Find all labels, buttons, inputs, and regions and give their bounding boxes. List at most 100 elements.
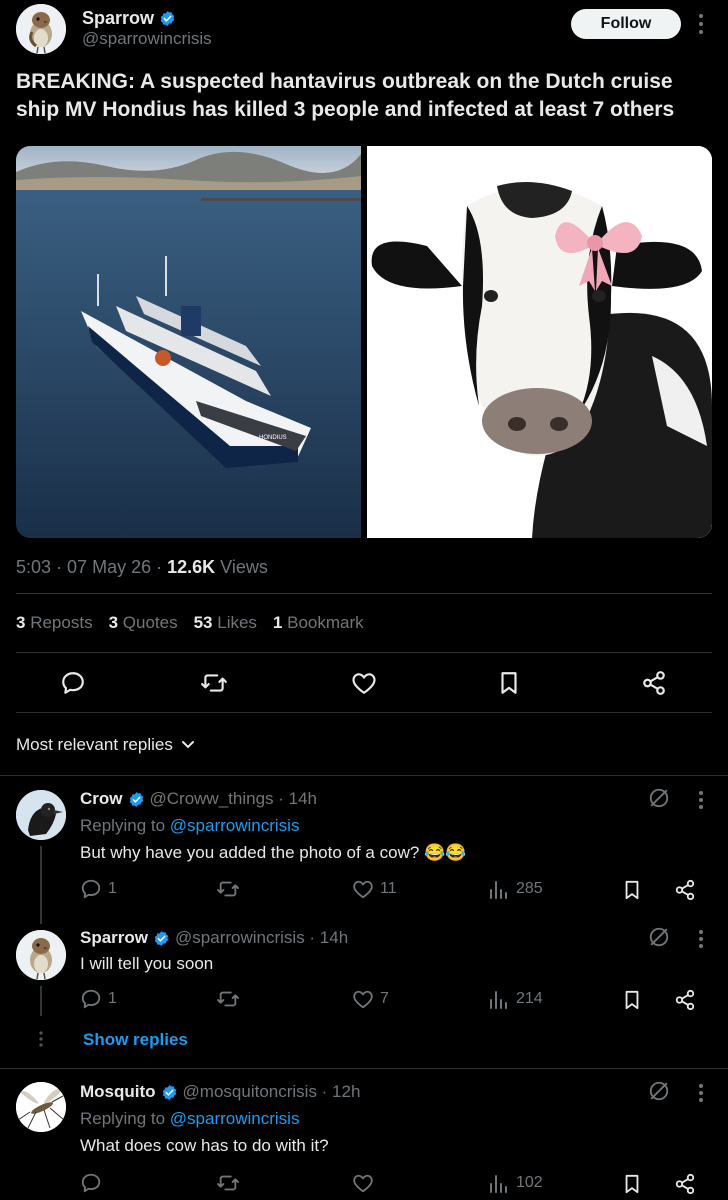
- repost-icon: [217, 881, 239, 897]
- quotes-stat[interactable]: 3 Quotes: [109, 613, 178, 633]
- post-time[interactable]: 5:03: [16, 557, 51, 578]
- divider: [16, 593, 712, 594]
- bookmarks-stat[interactable]: 1 Bookmark: [273, 613, 364, 633]
- reply-like-button[interactable]: 7: [352, 989, 389, 1009]
- reply-comment-count: 1: [108, 880, 117, 897]
- reply-avatar-crow[interactable]: [16, 790, 66, 840]
- reply-avatar-sparrow[interactable]: [16, 930, 66, 980]
- author-handle[interactable]: @sparrowincrisis: [82, 29, 212, 49]
- reply-comment-button[interactable]: [80, 1172, 102, 1194]
- replying-prefix: Replying to: [80, 1109, 166, 1128]
- post-date[interactable]: 07 May 26: [67, 557, 151, 578]
- reply-like-button[interactable]: 11: [352, 879, 397, 899]
- heart-icon: [353, 1174, 373, 1193]
- grok-icon[interactable]: [648, 926, 670, 948]
- reply-header: Crow @Croww_things · 14h: [80, 789, 317, 809]
- thread-line: [40, 846, 42, 924]
- divider: [0, 775, 728, 776]
- reply-like-button[interactable]: [352, 1173, 374, 1193]
- divider: [0, 1068, 728, 1069]
- author-name[interactable]: Sparrow: [82, 8, 154, 29]
- replying-to-link[interactable]: @sparrowincrisis: [170, 816, 300, 835]
- replying-prefix: Replying to: [80, 816, 166, 835]
- heart-icon: [353, 990, 373, 1009]
- reply-share-button[interactable]: [674, 879, 696, 901]
- reply-more-icon[interactable]: [696, 929, 706, 949]
- reply-share-button[interactable]: [674, 989, 696, 1011]
- follow-button[interactable]: Follow: [571, 9, 681, 39]
- bookmark-icon: [625, 1174, 639, 1194]
- reply-bookmark-button[interactable]: [622, 1173, 642, 1195]
- reply-avatar-mosquito[interactable]: [16, 1082, 66, 1132]
- media-image-cow[interactable]: [367, 146, 712, 538]
- divider: [16, 712, 712, 713]
- verified-badge-icon: [129, 791, 143, 807]
- reply-more-icon[interactable]: [696, 790, 706, 810]
- repost-action-icon[interactable]: [200, 670, 228, 696]
- thread-dots: [38, 1030, 44, 1048]
- reply-repost-button[interactable]: [216, 878, 240, 900]
- reply-repost-button[interactable]: [216, 988, 240, 1010]
- grok-icon[interactable]: [648, 787, 670, 809]
- reply-more-icon[interactable]: [696, 1083, 706, 1103]
- likes-stat[interactable]: 53 Likes: [194, 613, 257, 633]
- follow-button-label: Follow: [600, 15, 652, 32]
- post-text: BREAKING: A suspected hantavirus outbrea…: [16, 70, 675, 121]
- reply-views-count: 102: [516, 1174, 543, 1191]
- reply-author-name[interactable]: Crow: [80, 789, 123, 809]
- repost-icon: [217, 1175, 239, 1191]
- bookmark-icon: [625, 880, 639, 900]
- reply-action-icon[interactable]: [60, 670, 86, 696]
- comment-icon: [81, 1173, 101, 1193]
- share-icon: [675, 879, 695, 901]
- views-chart-icon: [490, 881, 507, 899]
- reply-views-button[interactable]: 214: [488, 988, 543, 1010]
- reply-share-button[interactable]: [674, 1173, 696, 1195]
- reply-text: What does cow has to do with it?: [80, 1136, 329, 1155]
- reply-views-count: 285: [516, 880, 543, 897]
- sparrow-avatar-image: [16, 4, 66, 54]
- reply-handle-time[interactable]: @Croww_things · 14h: [150, 789, 318, 809]
- post-meta: 5:03 · 07 May 26 · 12.6K Views: [16, 557, 268, 578]
- share-icon: [675, 1173, 695, 1195]
- reply-views-button[interactable]: 102: [488, 1172, 543, 1194]
- reply-views-button[interactable]: 285: [488, 878, 543, 900]
- reply-handle-time[interactable]: @sparrowincrisis · 14h: [175, 928, 348, 948]
- show-replies-link[interactable]: Show replies: [83, 1030, 188, 1050]
- thread-line: [40, 986, 42, 1016]
- meta-separator: ·: [56, 557, 63, 577]
- share-action-icon[interactable]: [641, 670, 667, 696]
- reply-views-count: 214: [516, 990, 543, 1007]
- replies-sort-label: Most relevant replies: [16, 735, 173, 754]
- replies-sort-dropdown[interactable]: Most relevant replies: [16, 735, 195, 755]
- post-stats: 3 Reposts 3 Quotes 53 Likes 1 Bookmark: [16, 613, 364, 633]
- reply-text: I will tell you soon: [80, 954, 214, 973]
- heart-icon: [353, 880, 373, 899]
- reply-comment-button[interactable]: 1: [80, 988, 117, 1010]
- reposts-stat[interactable]: 3 Reposts: [16, 613, 93, 633]
- views-chart-icon: [490, 991, 507, 1009]
- bookmark-icon: [625, 990, 639, 1010]
- like-action-icon[interactable]: [351, 671, 377, 695]
- reply-bookmark-button[interactable]: [622, 989, 642, 1011]
- views-label: Views: [220, 557, 268, 577]
- media-image-ship[interactable]: HONDIUS: [16, 146, 361, 538]
- views-count: 12.6K: [167, 557, 216, 577]
- reply-handle-time[interactable]: @mosquitoncrisis · 12h: [183, 1082, 361, 1102]
- grok-icon[interactable]: [648, 1080, 670, 1102]
- author-name-row[interactable]: Sparrow: [82, 8, 176, 29]
- ship-name-label: HONDIUS: [259, 435, 287, 441]
- reply-comment-button[interactable]: 1: [80, 878, 117, 900]
- bookmark-action-icon[interactable]: [497, 670, 521, 696]
- reply-bookmark-button[interactable]: [622, 879, 642, 901]
- author-avatar[interactable]: [16, 4, 66, 54]
- reply-author-name[interactable]: Mosquito: [80, 1082, 156, 1102]
- replying-to-link[interactable]: @sparrowincrisis: [170, 1109, 300, 1128]
- reply-author-name[interactable]: Sparrow: [80, 928, 148, 948]
- repost-icon: [217, 991, 239, 1007]
- comment-icon: [81, 989, 101, 1009]
- more-options-icon[interactable]: [696, 12, 706, 36]
- reply-repost-button[interactable]: [216, 1172, 240, 1194]
- crow-avatar-image: [16, 790, 66, 840]
- reply-like-count: 7: [380, 990, 389, 1007]
